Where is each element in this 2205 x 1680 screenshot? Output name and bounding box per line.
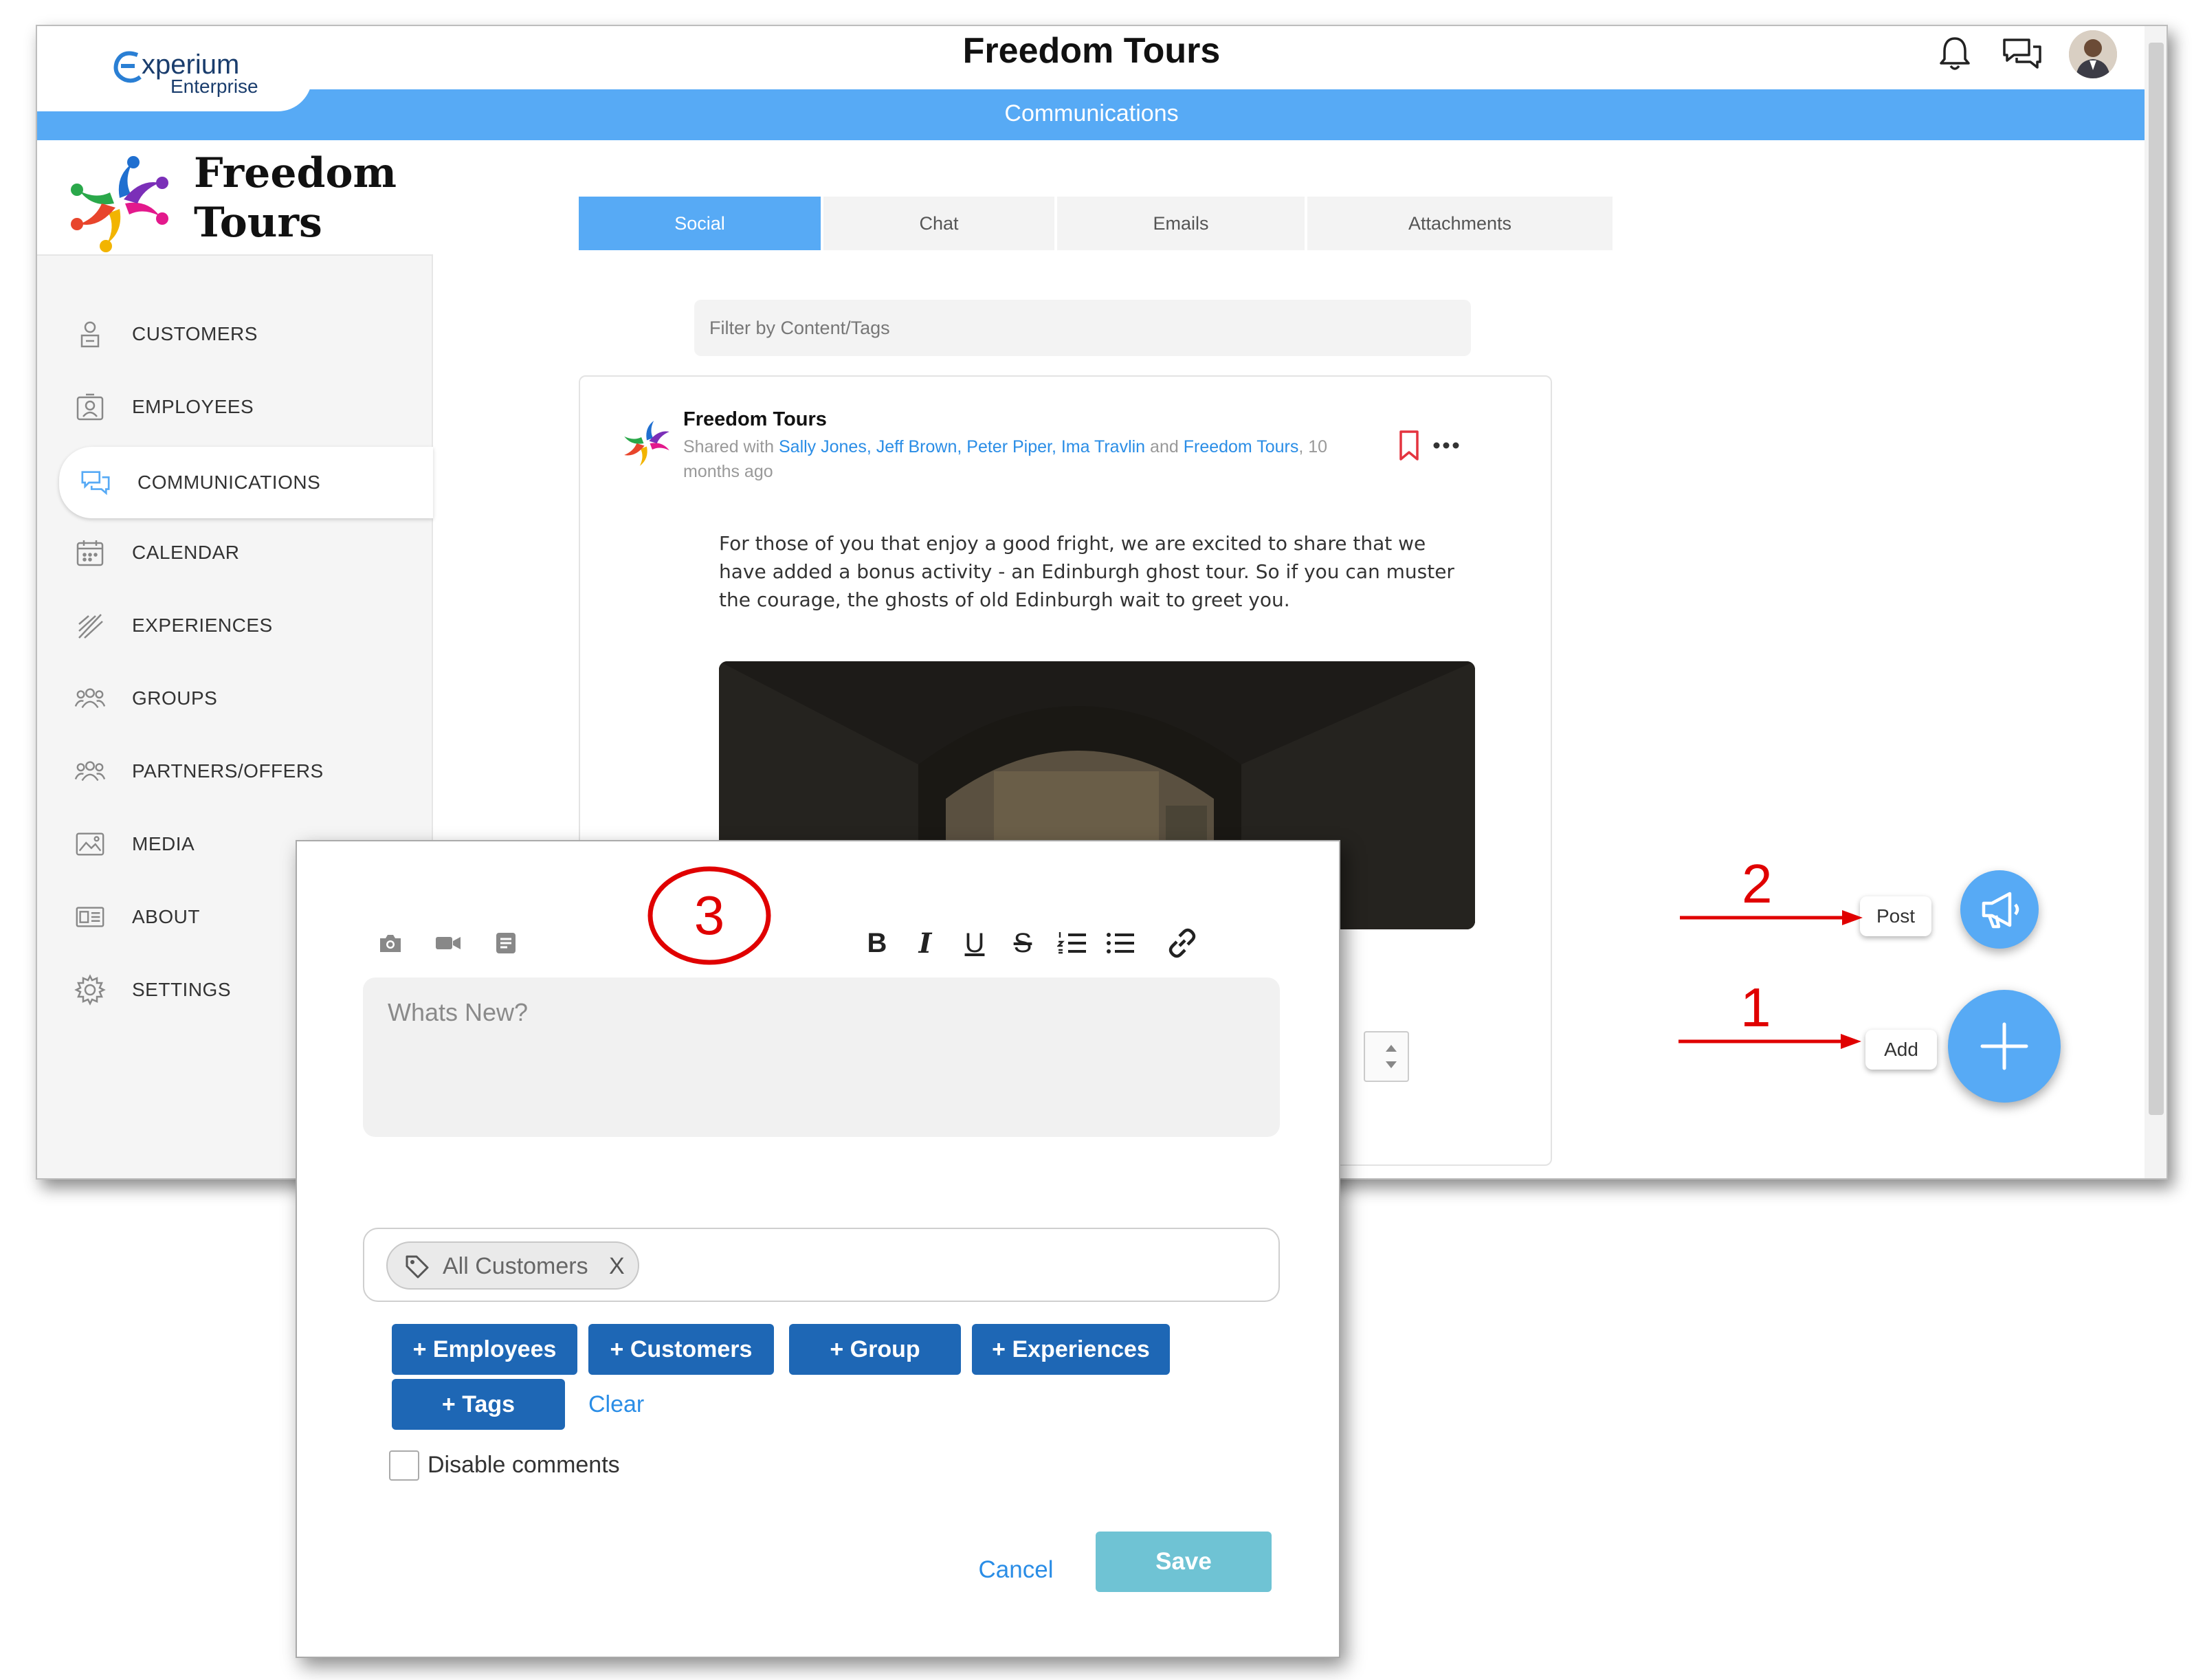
section-bar: Communications — [37, 87, 2146, 140]
sidebar-item-experiences[interactable]: EXPERIENCES — [65, 593, 433, 659]
tab-emails[interactable]: Emails — [1057, 197, 1305, 250]
arrow-1-icon — [1678, 1031, 1864, 1052]
disable-comments-checkbox[interactable] — [389, 1450, 419, 1481]
audience-chip-label: All Customers — [443, 1253, 588, 1279]
bookmark-icon[interactable] — [1395, 429, 1423, 462]
sidebar-item-groups[interactable]: GROUPS — [65, 665, 433, 731]
new-post-dialog: 3 B I U S Whats New? All Customers X + E… — [296, 840, 1340, 1658]
chat-icon[interactable] — [2000, 34, 2044, 76]
about-icon — [74, 901, 106, 933]
customer-icon — [74, 318, 106, 350]
add-tags-button[interactable]: + Tags — [392, 1379, 565, 1430]
tab-chat[interactable]: Chat — [823, 197, 1054, 250]
sidebar-item-label: CUSTOMERS — [132, 323, 258, 344]
sidebar-item-label: EXPERIENCES — [132, 615, 273, 636]
sidebar-item-label: SETTINGS — [132, 979, 232, 1000]
megaphone-icon — [1982, 892, 2019, 929]
window-scrollbar[interactable] — [2145, 26, 2167, 1178]
sidebar-item-label: EMPLOYEES — [132, 396, 254, 417]
quantity-stepper[interactable] — [1364, 1031, 1409, 1082]
more-options-icon[interactable] — [1431, 439, 1461, 452]
sidebar-item-label: COMMUNICATIONS — [137, 472, 321, 493]
chip-remove-button[interactable]: X — [609, 1253, 625, 1280]
bell-icon[interactable] — [1934, 33, 1975, 74]
brand-logo: Freedom Tours — [37, 140, 433, 256]
sidebar-item-customers[interactable]: CUSTOMERS — [65, 301, 433, 367]
add-experiences-button[interactable]: + Experiences — [972, 1324, 1170, 1375]
audience-chip[interactable]: All Customers X — [386, 1241, 639, 1290]
cancel-button[interactable]: Cancel — [961, 1541, 1071, 1599]
shared-names[interactable]: Sally Jones, Jeff Brown, Peter Piper, Im… — [779, 437, 1145, 456]
shared-and: and — [1150, 437, 1179, 456]
shared-prefix: Shared with — [683, 437, 775, 456]
filter-input[interactable]: Filter by Content/Tags — [694, 300, 1471, 356]
clear-button[interactable]: Clear — [588, 1391, 644, 1418]
strikethrough-icon[interactable]: S — [1008, 927, 1038, 960]
shared-last[interactable]: Freedom Tours — [1184, 437, 1299, 456]
tab-social[interactable]: Social — [579, 197, 821, 250]
tab-attachments[interactable]: Attachments — [1307, 197, 1613, 250]
sidebar-item-label: PARTNERS/OFFERS — [132, 760, 324, 782]
video-icon[interactable] — [434, 929, 462, 957]
add-employees-button[interactable]: + Employees — [392, 1324, 577, 1375]
save-button[interactable]: Save — [1096, 1532, 1272, 1592]
annotation-3: 3 — [694, 885, 725, 946]
brand-line2: Tours — [194, 199, 322, 247]
sidebar-item-partners[interactable]: PARTNERS/OFFERS — [65, 738, 433, 804]
document-icon[interactable] — [492, 929, 520, 957]
bullet-list-icon[interactable] — [1104, 927, 1137, 960]
post-fab-label[interactable]: Post — [1860, 896, 1931, 936]
employee-icon — [74, 391, 106, 423]
post-time-2: months ago — [683, 462, 773, 481]
annotation-2: 2 — [1742, 853, 1773, 914]
freedom-tours-logo-icon — [67, 151, 172, 256]
avatar[interactable] — [2069, 30, 2117, 78]
post-time-1: , 10 — [1298, 437, 1328, 456]
tag-icon — [404, 1254, 430, 1280]
partners-icon — [74, 755, 106, 787]
italic-icon[interactable]: I — [910, 927, 940, 960]
underline-icon[interactable]: U — [960, 927, 990, 960]
sidebar-item-label: CALENDAR — [132, 542, 240, 563]
add-group-button[interactable]: + Group — [789, 1324, 961, 1375]
sidebar-item-label: MEDIA — [132, 833, 195, 854]
sidebar-item-employees[interactable]: EMPLOYEES — [65, 374, 433, 440]
annotation-1: 1 — [1740, 977, 1771, 1038]
experium-e-icon — [110, 47, 144, 85]
sidebar-item-label: GROUPS — [132, 687, 218, 709]
sidebar-item-communications[interactable]: COMMUNICATIONS — [59, 447, 433, 518]
add-customers-button[interactable]: + Customers — [588, 1324, 774, 1375]
app-title: Freedom Tours — [962, 31, 1221, 71]
communications-icon — [80, 467, 111, 498]
calendar-icon — [74, 537, 106, 568]
logo-subtext: Enterprise — [170, 76, 258, 97]
post-body: For those of you that enjoy a good frigh… — [719, 532, 1454, 611]
sidebar-item-label: ABOUT — [132, 906, 200, 927]
experium-logo: xperium Enterprise — [37, 26, 312, 111]
top-bar: Freedom Tours — [37, 26, 2146, 89]
plus-icon — [1980, 1022, 2028, 1070]
link-icon[interactable] — [1166, 927, 1199, 960]
brand-line1: Freedom — [194, 149, 397, 197]
arrow-2-icon — [1680, 907, 1865, 928]
ordered-list-icon[interactable] — [1056, 927, 1089, 960]
add-fab-label[interactable]: Add — [1865, 1030, 1937, 1070]
audience-field[interactable]: All Customers X — [363, 1228, 1280, 1302]
section-title: Communications — [1004, 100, 1179, 126]
media-icon — [74, 828, 106, 860]
post-meta: Shared with Sally Jones, Jeff Brown, Pet… — [683, 434, 1371, 484]
bold-icon[interactable]: B — [862, 927, 892, 960]
post-author[interactable]: Freedom Tours — [683, 408, 827, 431]
post-editor[interactable]: Whats New? — [363, 977, 1280, 1137]
post-fab-button[interactable] — [1960, 870, 2039, 949]
disable-comments-label: Disable comments — [428, 1452, 620, 1478]
experiences-icon — [74, 610, 106, 641]
gear-icon — [74, 974, 106, 1006]
groups-icon — [74, 683, 106, 714]
scroll-thumb[interactable] — [2149, 43, 2164, 1115]
sidebar-item-calendar[interactable]: CALENDAR — [65, 520, 433, 586]
camera-icon[interactable] — [377, 929, 404, 957]
post-author-avatar — [617, 414, 676, 473]
add-fab-button[interactable] — [1948, 990, 2061, 1103]
